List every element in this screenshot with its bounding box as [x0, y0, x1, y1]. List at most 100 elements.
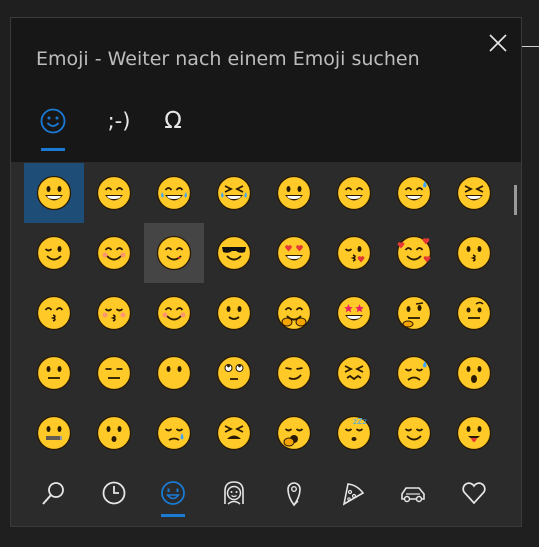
hushed-face-icon	[96, 415, 132, 451]
smiley-icon	[161, 481, 185, 505]
category-search[interactable]	[34, 474, 74, 512]
tab-emoji[interactable]	[35, 104, 71, 138]
clock-icon	[102, 481, 126, 505]
emoji-smirking-face[interactable]	[264, 343, 324, 403]
emoji-smiling-face-with-sunglasses[interactable]	[204, 223, 264, 283]
tab-kaomoji[interactable]: ;-)	[99, 104, 139, 138]
tab-selection-indicator	[41, 148, 65, 151]
category-smiley[interactable]	[153, 474, 193, 512]
category-clock[interactable]	[94, 474, 134, 512]
rolling-on-floor-laughing-icon	[216, 175, 252, 211]
persevering-face-icon	[336, 355, 372, 391]
emoji-face-without-mouth[interactable]	[144, 343, 204, 403]
emoji-sleepy-face[interactable]	[144, 403, 204, 462]
category-pizza[interactable]	[333, 474, 373, 512]
emoji-thinking-face[interactable]	[384, 283, 444, 343]
emoji-face-with-raised-eyebrow[interactable]	[444, 283, 504, 343]
category-bar	[11, 466, 521, 526]
beaming-face-icon	[96, 175, 132, 211]
emoji-grinning-face-with-sweat[interactable]	[384, 163, 444, 223]
search-icon	[42, 482, 64, 505]
emoji-face-with-tears-of-joy[interactable]	[144, 163, 204, 223]
emoji-smiling-face-heart-eyes[interactable]	[264, 223, 324, 283]
category-location-pin[interactable]	[274, 474, 314, 512]
category-heart[interactable]	[454, 474, 494, 512]
close-button[interactable]	[485, 30, 511, 56]
star-struck-icon	[336, 295, 372, 331]
emoji-kissing-face-smiling-eyes[interactable]	[24, 283, 84, 343]
emoji-beaming-face[interactable]	[84, 163, 144, 223]
emoji-persevering-face[interactable]	[324, 343, 384, 403]
panel-header: Emoji - Weiter nach einem Emoji suchen ;…	[11, 18, 521, 162]
emoji-grinning-face[interactable]	[24, 163, 84, 223]
emoji-hushed-face[interactable]	[84, 403, 144, 462]
location-pin-icon	[287, 482, 301, 507]
expressionless-face-icon	[96, 355, 132, 391]
face-with-tongue-icon	[456, 415, 492, 451]
emoji-face-savoring-food[interactable]	[144, 223, 204, 283]
emoji-tired-face[interactable]	[204, 403, 264, 462]
emoji-hugging-face[interactable]	[264, 283, 324, 343]
emoji-grinning-face-smiling-eyes[interactable]	[324, 163, 384, 223]
smiling-face-icon	[156, 295, 192, 331]
emoji-face-with-open-mouth[interactable]	[444, 343, 504, 403]
squinting-face-icon	[456, 175, 492, 211]
face-with-open-mouth-icon	[456, 355, 492, 391]
emoji-rolling-on-floor-laughing[interactable]	[204, 163, 264, 223]
emoji-relieved-face[interactable]	[384, 403, 444, 462]
svg-text:zZz: zZz	[353, 417, 367, 426]
emoji-slightly-smiling-face[interactable]	[204, 283, 264, 343]
tired-face-icon	[216, 415, 252, 451]
face-blowing-kiss-icon	[336, 235, 372, 271]
emoji-zipper-mouth-face[interactable]	[24, 403, 84, 462]
emoji-yawning-face[interactable]	[264, 403, 324, 462]
kissing-face-smiling-eyes-icon	[36, 295, 72, 331]
scrollbar-thumb[interactable]	[514, 185, 517, 215]
grinning-face-icon	[36, 175, 72, 211]
emoji-grinning-face-big-eyes[interactable]	[264, 163, 324, 223]
tab-symbols[interactable]: Ω	[156, 104, 190, 138]
emoji-sleeping-face[interactable]: zZz	[324, 403, 384, 462]
emoji-smiling-face-smiling-eyes[interactable]	[84, 223, 144, 283]
sleeping-face-icon: zZz	[336, 415, 372, 451]
smiling-face-with-sunglasses-icon	[216, 235, 252, 271]
smiley-tab-icon	[40, 108, 66, 134]
emoji-kissing-face[interactable]	[444, 223, 504, 283]
emoji-face-blowing-kiss[interactable]	[324, 223, 384, 283]
emoji-smiling-face[interactable]	[144, 283, 204, 343]
grinning-face-smiling-eyes-icon	[336, 175, 372, 211]
emoji-star-struck[interactable]	[324, 283, 384, 343]
background-edge-line	[522, 46, 539, 47]
smiling-face-with-hearts-icon	[396, 235, 432, 271]
face-savoring-food-icon	[156, 235, 192, 271]
grinning-face-big-eyes-icon	[276, 175, 312, 211]
winking-face-icon	[36, 235, 72, 271]
emoji-sad-but-relieved-face[interactable]	[384, 343, 444, 403]
slightly-smiling-face-icon	[216, 295, 252, 331]
close-icon	[489, 34, 507, 52]
smiling-face-heart-eyes-icon	[276, 235, 312, 271]
face-with-rolling-eyes-icon	[216, 355, 252, 391]
emoji-expressionless-face[interactable]	[84, 343, 144, 403]
sad-but-relieved-face-icon	[396, 355, 432, 391]
pizza-icon	[342, 483, 365, 506]
emoji-smiling-face-with-hearts[interactable]	[384, 223, 444, 283]
yawning-face-icon	[276, 415, 312, 451]
kissing-face-closed-eyes-icon	[96, 295, 132, 331]
person-icon	[224, 481, 244, 505]
emoji-face-with-rolling-eyes[interactable]	[204, 343, 264, 403]
panel-title: Emoji - Weiter nach einem Emoji suchen	[36, 48, 420, 70]
emoji-neutral-face[interactable]	[24, 343, 84, 403]
emoji-squinting-face[interactable]	[444, 163, 504, 223]
face-with-raised-eyebrow-icon	[456, 295, 492, 331]
category-person[interactable]	[214, 474, 254, 512]
emoji-panel: Emoji - Weiter nach einem Emoji suchen ;…	[10, 17, 522, 527]
hugging-face-icon	[276, 295, 312, 331]
category-selection-indicator	[161, 514, 185, 517]
emoji-kissing-face-closed-eyes[interactable]	[84, 283, 144, 343]
kissing-face-icon	[456, 235, 492, 271]
category-car[interactable]	[393, 474, 433, 512]
smirking-face-icon	[276, 355, 312, 391]
emoji-face-with-tongue[interactable]	[444, 403, 504, 462]
emoji-winking-face[interactable]	[24, 223, 84, 283]
